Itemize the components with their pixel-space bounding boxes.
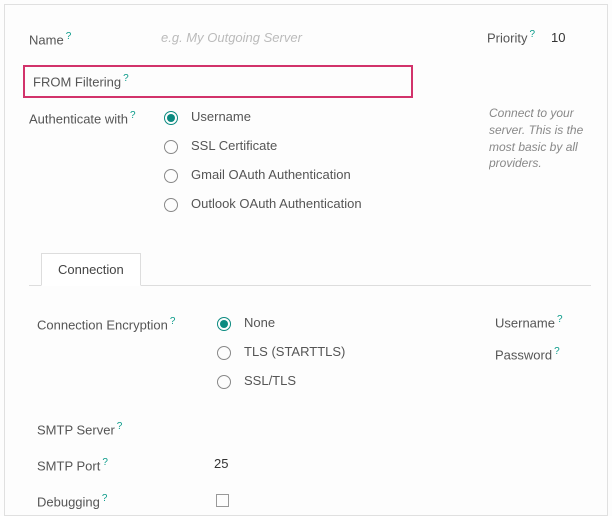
priority-help-icon[interactable]: ? xyxy=(529,29,535,40)
tab-connection[interactable]: Connection xyxy=(41,253,141,286)
tab-connection-body: Username? Password? Connection Encryptio… xyxy=(29,286,591,514)
smtp-port-input[interactable] xyxy=(212,455,392,472)
auth-description: Connect to your server. This is the most… xyxy=(489,105,609,172)
enc-option-tls: TLS (STARTTLS) xyxy=(244,344,345,359)
priority-label: Priority? xyxy=(487,29,535,45)
auth-option-outlook: Outlook OAuth Authentication xyxy=(191,196,362,211)
smtp-port-help-icon[interactable]: ? xyxy=(102,457,108,468)
auth-help-icon[interactable]: ? xyxy=(130,110,136,121)
auth-radio-sslcert[interactable] xyxy=(164,140,178,154)
smtp-server-label: SMTP Server? xyxy=(37,419,212,437)
enc-radio-ssl[interactable] xyxy=(217,375,231,389)
debugging-label: Debugging? xyxy=(37,491,212,509)
username-label: Username xyxy=(495,315,555,330)
name-help-icon[interactable]: ? xyxy=(66,31,72,42)
from-filtering-row: FROM Filtering? xyxy=(23,65,413,97)
password-help-icon[interactable]: ? xyxy=(554,346,560,357)
priority-input[interactable] xyxy=(549,29,579,46)
encryption-label: Connection Encryption? xyxy=(37,314,212,332)
password-label: Password xyxy=(495,347,552,362)
encryption-help-icon[interactable]: ? xyxy=(170,316,176,327)
tabs-bar: Connection xyxy=(29,252,591,286)
smtp-port-label: SMTP Port? xyxy=(37,455,212,473)
auth-option-sslcert: SSL Certificate xyxy=(191,138,277,153)
enc-radio-tls[interactable] xyxy=(217,346,231,360)
priority-block: Priority? xyxy=(487,5,607,46)
auth-radio-outlook[interactable] xyxy=(164,198,178,212)
name-label: Name? xyxy=(29,29,159,47)
from-filtering-help-icon[interactable]: ? xyxy=(123,73,129,84)
auth-label: Authenticate with? xyxy=(29,108,159,126)
auth-radio-username[interactable] xyxy=(164,111,178,125)
auth-radio-gmail[interactable] xyxy=(164,169,178,183)
smtp-server-input[interactable] xyxy=(212,419,392,436)
debugging-checkbox[interactable] xyxy=(216,494,229,507)
credentials-block: Username? Password? xyxy=(495,314,595,379)
enc-radio-none[interactable] xyxy=(217,317,231,331)
auth-option-username: Username xyxy=(191,109,251,124)
settings-panel: Priority? Name? FROM Filtering? Authenti… xyxy=(4,4,608,516)
name-input[interactable] xyxy=(159,29,339,46)
debugging-help-icon[interactable]: ? xyxy=(102,493,108,504)
enc-option-none: None xyxy=(244,315,275,330)
username-help-icon[interactable]: ? xyxy=(557,314,563,325)
auth-option-gmail: Gmail OAuth Authentication xyxy=(191,167,351,182)
enc-option-ssl: SSL/TLS xyxy=(244,373,296,388)
smtp-server-help-icon[interactable]: ? xyxy=(117,421,123,432)
from-filtering-label: FROM Filtering xyxy=(33,75,121,90)
